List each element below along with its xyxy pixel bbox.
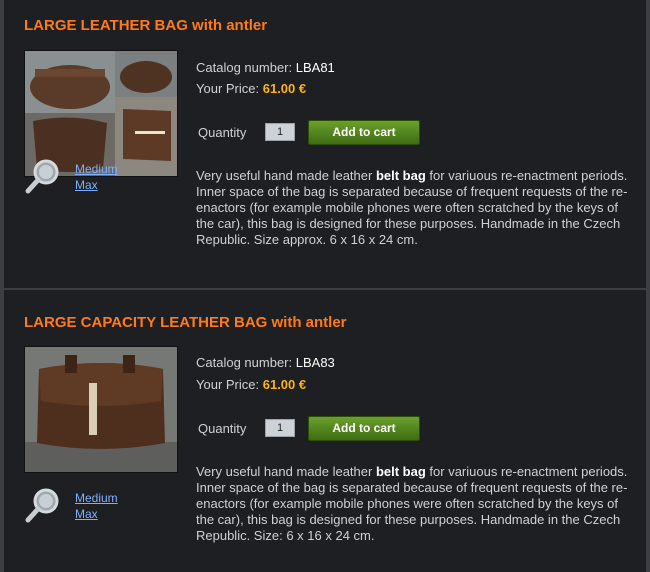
add-to-cart-button[interactable]: Add to cart	[308, 416, 420, 441]
product-title[interactable]: LARGE LEATHER BAG with antler	[24, 17, 267, 34]
image-size-max-link[interactable]: Max	[75, 178, 98, 192]
description-text: Very useful hand made leather	[196, 168, 376, 183]
description-bold: belt bag	[375, 168, 426, 183]
product-thumbnail[interactable]	[24, 346, 178, 473]
price-label: Your Price:	[196, 377, 260, 392]
product-description: Very useful hand made leather belt bag f…	[196, 168, 636, 248]
catalog-number-row: Catalog number: LBA81	[196, 60, 335, 75]
catalog-number: LBA81	[295, 60, 335, 75]
image-size-medium-link[interactable]: Medium	[75, 491, 118, 505]
quantity-input[interactable]: 1	[265, 123, 295, 141]
image-size-medium-link[interactable]: Medium	[75, 162, 118, 176]
image-size-max-link[interactable]: Max	[75, 507, 98, 521]
product-title[interactable]: LARGE CAPACITY LEATHER BAG with antler	[24, 314, 347, 331]
add-to-cart-button[interactable]: Add to cart	[308, 120, 420, 145]
catalog-label: Catalog number:	[196, 355, 293, 370]
price-row: Your Price: 61.00 €	[196, 377, 306, 392]
magnifier-icon[interactable]	[24, 486, 62, 524]
product-description: Very useful hand made leather belt bag f…	[196, 464, 636, 544]
description-text: Very useful hand made leather	[196, 464, 376, 479]
price-value: 61.00 €	[262, 81, 307, 96]
magnifier-icon[interactable]	[24, 157, 62, 195]
product-list-page: LARGE LEATHER BAG with antler Catalog nu…	[0, 0, 650, 572]
quantity-label: Quantity	[198, 421, 247, 436]
catalog-number: LBA83	[295, 355, 335, 370]
leather-bag-photo	[25, 347, 177, 472]
quantity-label: Quantity	[198, 125, 247, 140]
price-value: 61.00 €	[262, 377, 307, 392]
product-card-lba81: LARGE LEATHER BAG with antler Catalog nu…	[4, 0, 646, 290]
catalog-number-row: Catalog number: LBA83	[196, 355, 335, 370]
catalog-label: Catalog number:	[196, 60, 293, 75]
price-row: Your Price: 61.00 €	[196, 81, 306, 96]
right-frame	[646, 0, 650, 572]
product-card-lba83: LARGE CAPACITY LEATHER BAG with antler C…	[4, 290, 646, 572]
description-bold: belt bag	[375, 464, 426, 479]
quantity-input[interactable]: 1	[265, 419, 295, 437]
price-label: Your Price:	[196, 81, 260, 96]
